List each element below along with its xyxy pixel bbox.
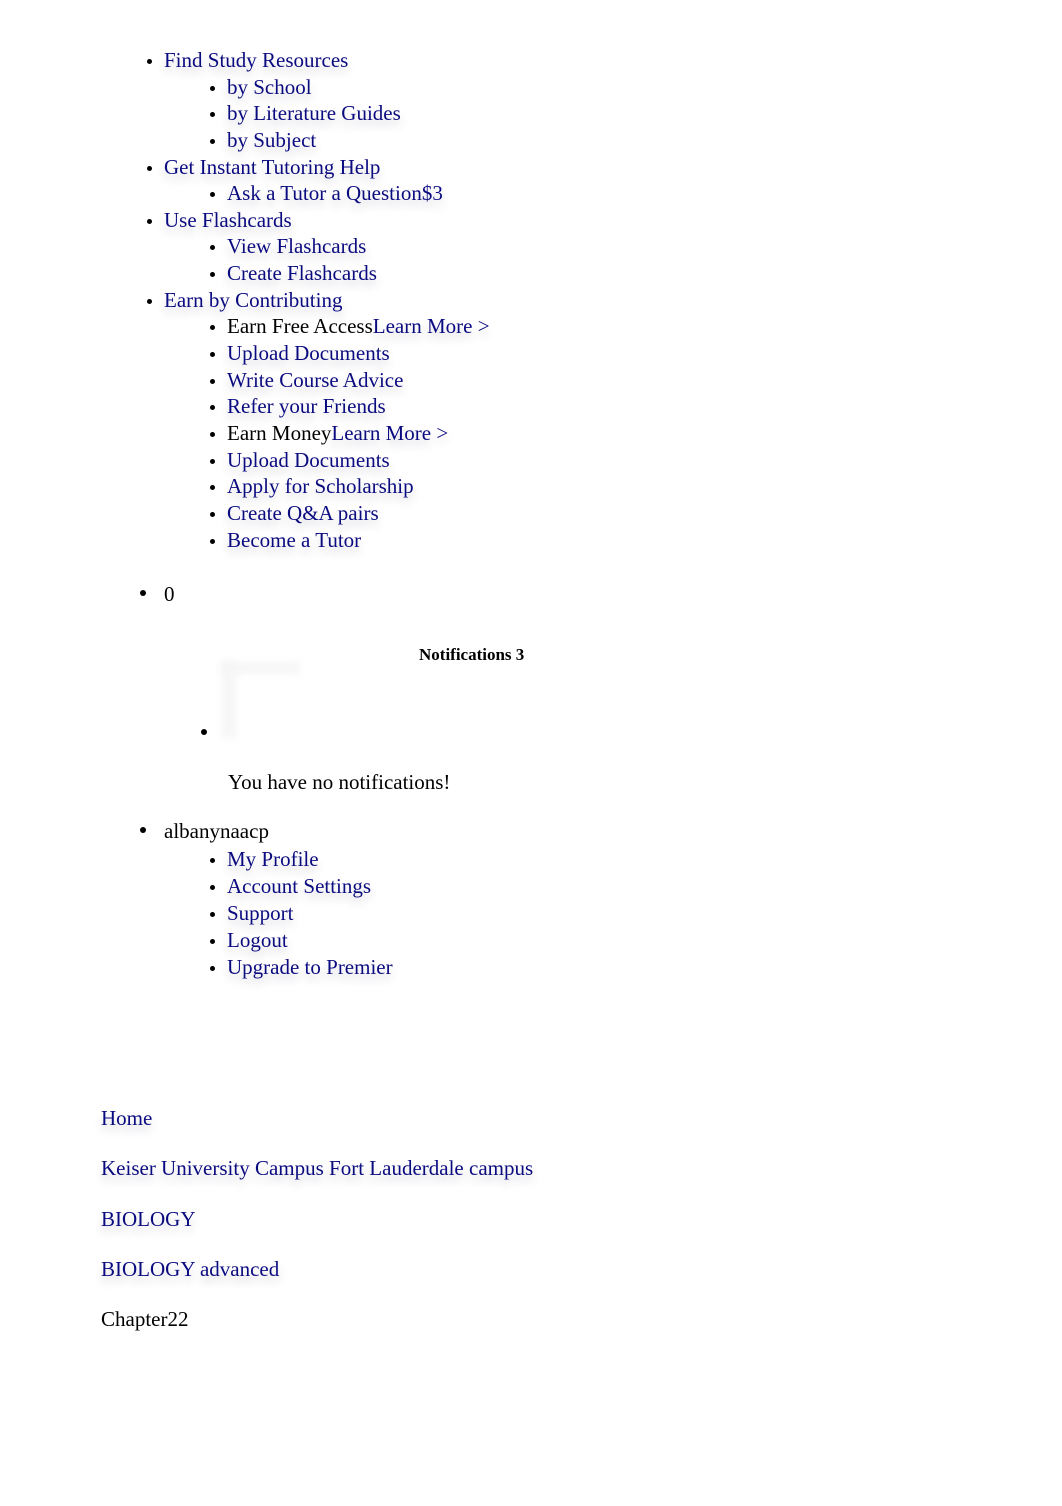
breadcrumb-item: BIOLOGY advanced [101,1255,533,1305]
username: albanynaacp [164,819,269,843]
bullet-icon [201,729,207,735]
user-menu-item: Account Settings [227,873,393,900]
submenu-item: Become a Tutor [227,527,490,554]
submenu-item: Apply for Scholarship [227,473,490,500]
submenu-find-study-resources: by School by Literature Guides by Subjec… [164,74,490,154]
link-by-school[interactable]: by School [227,75,312,99]
user-menu-toggle[interactable]: albanynaacp [140,819,269,844]
nav-link-find-study-resources[interactable]: Find Study Resources [164,48,348,72]
main-nav: Find Study Resources by School by Litera… [101,47,490,554]
submenu-item: Upload Documents [227,340,490,367]
notifications-title: Notifications 3 [419,645,525,664]
link-refer-friends[interactable]: Refer your Friends [227,394,386,418]
user-menu-item: Upgrade to Premier [227,954,393,981]
link-upgrade-premier[interactable]: Upgrade to Premier [227,955,393,979]
submenu-item: Earn Free AccessLearn More > [227,313,490,340]
nav-item-tutoring: Get Instant Tutoring Help Ask a Tutor a … [164,154,490,207]
link-support[interactable]: Support [227,901,294,925]
breadcrumb-item: BIOLOGY [101,1205,533,1255]
link-by-subject[interactable]: by Subject [227,128,316,152]
submenu-item: Upload Documents [227,447,490,474]
nav-link-earn[interactable]: Earn by Contributing [164,288,342,312]
earn-free-access-label: Earn Free Access [227,314,373,339]
submenu-item: Create Q&A pairs [227,500,490,527]
user-menu-item: Support [227,900,393,927]
bullet-icon [140,590,146,597]
submenu-item: by Subject [227,127,490,154]
link-learn-more-money[interactable]: Learn More > [331,421,448,445]
nav-item-find-study-resources: Find Study Resources by School by Litera… [164,47,490,154]
link-account-settings[interactable]: Account Settings [227,874,371,898]
nav-link-flashcards[interactable]: Use Flashcards [164,208,292,232]
user-menu: My Profile Account Settings Support Logo… [164,846,393,981]
link-logout[interactable]: Logout [227,928,288,952]
user-menu-item: Logout [227,927,393,954]
link-upload-documents[interactable]: Upload Documents [227,341,390,365]
submenu-tutoring: Ask a Tutor a Question$3 [164,180,490,207]
link-learn-more-free-access[interactable]: Learn More > [373,314,490,338]
link-create-flashcards[interactable]: Create Flashcards [227,261,377,285]
breadcrumb: Home Keiser University Campus Fort Laude… [101,1104,533,1355]
submenu-earn: Earn Free AccessLearn More > Upload Docu… [164,313,490,553]
submenu-item: by School [227,74,490,101]
notification-count-item[interactable]: 0 [140,582,175,607]
earn-money-label: Earn Money [227,421,332,446]
breadcrumb-current: Chapter22 [101,1307,189,1332]
notifications-empty-message: You have no notifications! [228,770,451,794]
nav-link-tutoring[interactable]: Get Instant Tutoring Help [164,155,380,179]
link-by-literature-guides[interactable]: by Literature Guides [227,101,401,125]
link-create-qa-pairs[interactable]: Create Q&A pairs [227,501,379,525]
breadcrumb-course[interactable]: BIOLOGY advanced [101,1257,279,1281]
link-my-profile[interactable]: My Profile [227,847,319,871]
breadcrumb-department[interactable]: BIOLOGY [101,1207,196,1231]
nav-item-earn: Earn by Contributing Earn Free AccessLea… [164,287,490,554]
submenu-item: Earn MoneyLearn More > [227,420,490,447]
link-become-tutor[interactable]: Become a Tutor [227,528,361,552]
nav-item-flashcards: Use Flashcards View Flashcards Create Fl… [164,207,490,287]
submenu-item: Write Course Advice [227,367,490,394]
breadcrumb-home[interactable]: Home [101,1106,152,1130]
submenu-item: View Flashcards [227,233,490,260]
submenu-item: by Literature Guides [227,100,490,127]
link-ask-tutor[interactable]: Ask a Tutor a Question$3 [227,181,443,205]
link-view-flashcards[interactable]: View Flashcards [227,234,366,258]
link-write-course-advice[interactable]: Write Course Advice [227,368,403,392]
bullet-icon [140,827,146,834]
submenu-flashcards: View Flashcards Create Flashcards [164,233,490,286]
submenu-item: Refer your Friends [227,393,490,420]
submenu-item: Ask a Tutor a Question$3 [227,180,490,207]
submenu-item: Create Flashcards [227,260,490,287]
notification-count: 0 [164,582,175,606]
breadcrumb-item: Keiser University Campus Fort Lauderdale… [101,1154,533,1204]
breadcrumb-school[interactable]: Keiser University Campus Fort Lauderdale… [101,1156,533,1180]
breadcrumb-item: Home [101,1104,533,1154]
link-upload-documents-money[interactable]: Upload Documents [227,448,390,472]
notification-placeholder-icon [222,662,302,742]
link-apply-scholarship[interactable]: Apply for Scholarship [227,474,414,498]
user-menu-item: My Profile [227,846,393,873]
